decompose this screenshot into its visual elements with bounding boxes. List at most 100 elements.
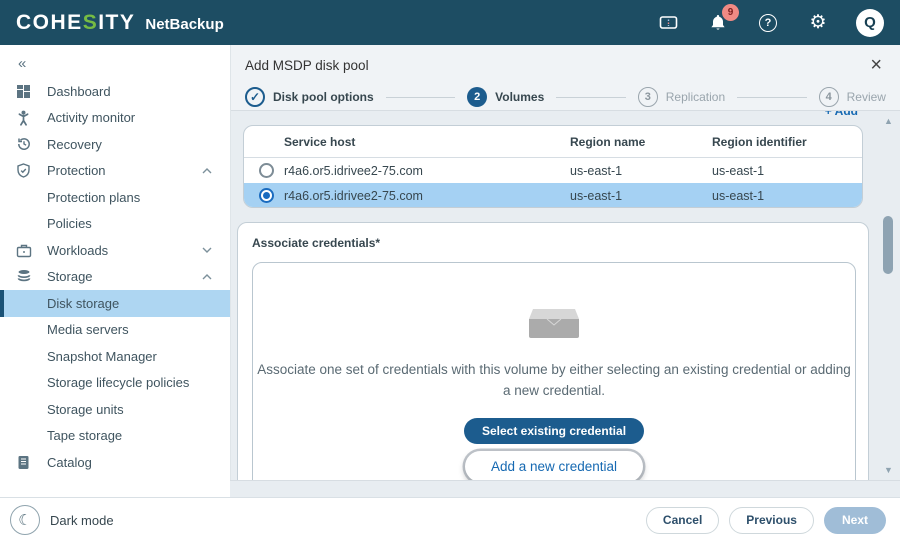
step-connector [737, 97, 806, 98]
step-connector [386, 97, 455, 98]
empty-tray-icon [525, 299, 583, 344]
dark-mode-label: Dark mode [50, 513, 114, 528]
wizard-title: Add MSDP disk pool [245, 58, 369, 73]
sidebar-item-label: Catalog [47, 455, 92, 470]
brand-text: COHESITY [16, 11, 135, 35]
sidebar-item-label: Storage [47, 269, 93, 284]
storage-disks-icon [16, 268, 33, 285]
user-avatar[interactable]: Q [856, 9, 884, 37]
sidebar-item-protection[interactable]: Protection [0, 158, 230, 185]
sidebar-item-catalog[interactable]: Catalog [0, 449, 230, 476]
step-number: 4 [819, 87, 839, 107]
step-check-icon: ✓ [245, 87, 265, 107]
sidebar-item-disk-storage[interactable]: Disk storage [0, 290, 230, 317]
brand-logo: COHESITY NetBackup [16, 11, 224, 35]
col-service-host: Service host [284, 135, 570, 149]
table-row[interactable]: r4a6.or5.idrivee2-75.com us-east-1 us-ea… [244, 158, 862, 183]
table-row-selected[interactable]: r4a6.or5.idrivee2-75.com us-east-1 us-ea… [244, 183, 862, 208]
brand-s-green: S [83, 11, 99, 34]
notifications-bell-icon[interactable]: 9 [706, 11, 730, 35]
product-name: NetBackup [145, 16, 223, 33]
chevron-up-icon [202, 274, 212, 280]
step-review: 4 Review [819, 87, 886, 107]
footer-bar: ☾ Dark mode Cancel Previous Next [0, 497, 900, 542]
credentials-description: Associate one set of credentials with th… [254, 360, 854, 402]
notification-count-badge: 9 [722, 4, 739, 21]
moon-icon: ☾ [10, 505, 40, 535]
cancel-button[interactable]: Cancel [646, 507, 719, 534]
col-region-name: Region name [570, 135, 712, 149]
radio-selected[interactable] [259, 188, 274, 203]
sidebar-collapse-icon[interactable]: « [0, 53, 230, 78]
chevron-down-icon [202, 247, 212, 253]
select-existing-credential-button[interactable]: Select existing credential [464, 418, 644, 444]
catalog-book-icon [16, 454, 33, 471]
col-region-identifier: Region identifier [712, 135, 862, 149]
workloads-briefcase-icon [16, 242, 33, 259]
sidebar-item-label: Workloads [47, 243, 108, 258]
dark-mode-toggle[interactable]: ☾ Dark mode [10, 505, 114, 535]
settings-gear-icon[interactable]: ⚙ [806, 11, 830, 35]
vertical-scrollbar[interactable]: ▲ ▼ [880, 116, 897, 475]
sidebar-item-policies[interactable]: Policies [0, 211, 230, 238]
sidebar-item-protection-plans[interactable]: Protection plans [0, 184, 230, 211]
sidebar-item-recovery[interactable]: Recovery [0, 131, 230, 158]
step-number: 3 [638, 87, 658, 107]
cell-region-name: us-east-1 [570, 164, 712, 178]
sidebar-item-tape-storage[interactable]: Tape storage [0, 423, 230, 450]
associate-credentials-label: Associate credentials* [252, 236, 856, 250]
cell-region-name: us-east-1 [570, 189, 712, 203]
ticket-icon[interactable] [656, 11, 680, 35]
add-new-credential-button[interactable]: Add a new credential [465, 451, 643, 480]
chevron-up-icon [202, 168, 212, 174]
help-icon[interactable]: ? [756, 11, 780, 35]
wizard-actions: Cancel Previous Next [646, 507, 886, 534]
step-replication: 3 Replication [638, 87, 725, 107]
sidebar-item-snapshot-manager[interactable]: Snapshot Manager [0, 343, 230, 370]
step-connector [556, 97, 625, 98]
sidebar-item-workloads[interactable]: Workloads [0, 237, 230, 264]
wizard-content-scrollarea: + Add Service host Region name Region id… [231, 111, 900, 480]
volumes-table-card: Service host Region name Region identifi… [243, 125, 863, 208]
radio-unselected[interactable] [259, 163, 274, 178]
sidebar-item-detection-and-reporting[interactable]: Detection and reporting [0, 476, 230, 481]
sidebar-item-label: Activity monitor [47, 110, 135, 125]
recovery-history-icon [16, 136, 33, 153]
sidebar-nav: « Dashboard Activity monitor Recovery Pr… [0, 45, 230, 480]
close-icon[interactable]: × [866, 55, 886, 75]
main-panel: Add MSDP disk pool × ✓ Disk pool options… [230, 45, 900, 480]
wizard-header: Add MSDP disk pool × ✓ Disk pool options… [231, 45, 900, 111]
topbar-actions: 9 ? ⚙ Q [656, 9, 884, 37]
step-disk-pool-options[interactable]: ✓ Disk pool options [245, 87, 374, 107]
cell-service-host: r4a6.or5.idrivee2-75.com [284, 164, 570, 178]
wizard-stepper: ✓ Disk pool options 2 Volumes 3 Replicat… [245, 87, 886, 107]
content-bottom-gap [230, 480, 900, 497]
scrollbar-thumb[interactable] [883, 216, 893, 274]
table-header-row: Service host Region name Region identifi… [244, 126, 862, 158]
sidebar-item-label: Recovery [47, 137, 102, 152]
add-volume-link[interactable]: + Add [825, 111, 858, 118]
sidebar-item-storage-units[interactable]: Storage units [0, 396, 230, 423]
sidebar-item-activity-monitor[interactable]: Activity monitor [0, 105, 230, 132]
step-number: 2 [467, 87, 487, 107]
scroll-down-icon[interactable]: ▼ [880, 465, 897, 475]
credentials-empty-panel: Associate one set of credentials with th… [252, 262, 856, 480]
sidebar-item-media-servers[interactable]: Media servers [0, 317, 230, 344]
previous-button[interactable]: Previous [729, 507, 814, 534]
top-bar: COHESITY NetBackup 9 ? ⚙ Q [0, 0, 900, 45]
cell-region-identifier: us-east-1 [712, 164, 862, 178]
associate-credentials-card: Associate credentials* Associate one set… [237, 222, 869, 480]
step-volumes[interactable]: 2 Volumes [467, 87, 544, 107]
sidebar-item-storage-lifecycle-policies[interactable]: Storage lifecycle policies [0, 370, 230, 397]
protection-shield-icon [16, 162, 33, 179]
cell-service-host: r4a6.or5.idrivee2-75.com [284, 189, 570, 203]
sidebar-item-label: Protection [47, 163, 106, 178]
activity-monitor-icon [16, 109, 33, 126]
app-window: COHESITY NetBackup 9 ? ⚙ Q « [0, 0, 900, 542]
next-button[interactable]: Next [824, 507, 886, 534]
cell-region-identifier: us-east-1 [712, 189, 862, 203]
sidebar-item-storage[interactable]: Storage [0, 264, 230, 291]
scroll-up-icon[interactable]: ▲ [880, 116, 897, 126]
dashboard-icon [16, 83, 33, 100]
sidebar-item-dashboard[interactable]: Dashboard [0, 78, 230, 105]
